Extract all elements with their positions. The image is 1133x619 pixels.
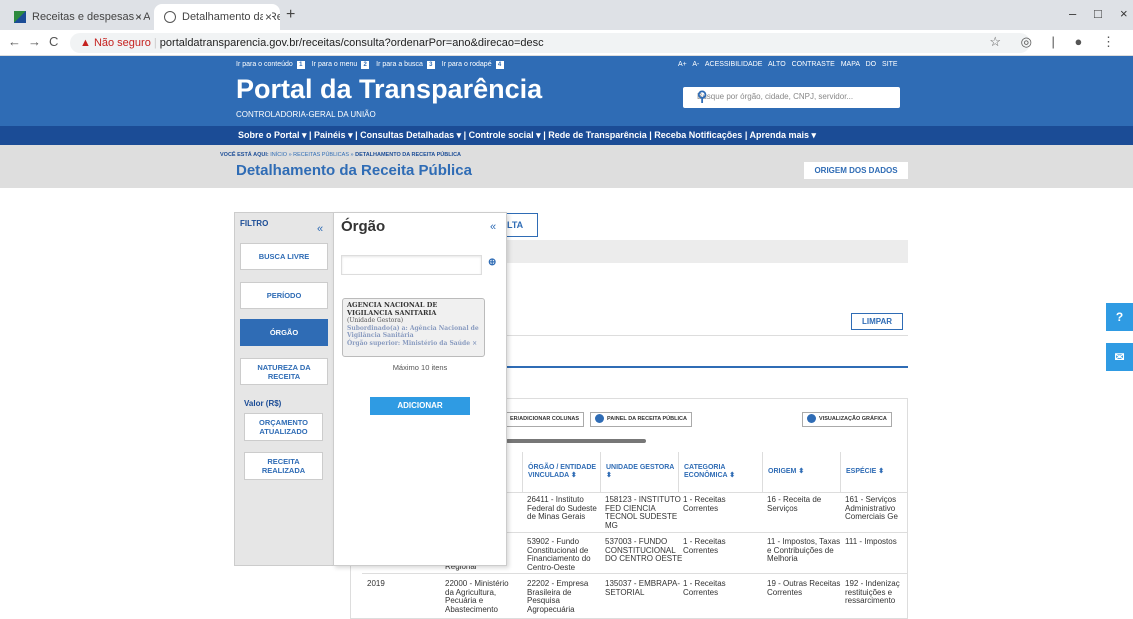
valor-title: Valor (R$) — [244, 399, 282, 408]
tab-title: Receitas e despesas - Anvisa — [32, 11, 150, 23]
collapse-orgao-icon[interactable]: « — [490, 221, 496, 233]
minimize-button[interactable]: – — [1069, 6, 1076, 21]
skip-links: Ir para o conteúdo 1 Ir para o menu 2 Ir… — [236, 61, 509, 69]
chip-unit: (Unidade Gestora) — [347, 317, 404, 324]
mail-icon[interactable]: ✉ — [1106, 343, 1133, 371]
maximize-button[interactable]: □ — [1094, 6, 1102, 21]
table-cell: 158123 - INSTITUTO FED CIENCIA TECNOL SU… — [605, 495, 681, 530]
site-logo[interactable]: Portal da Transparência — [236, 74, 542, 105]
security-warning[interactable]: ▲ Não seguro — [80, 37, 151, 49]
address-bar-row: ← → C ▲ Não seguro | portaldatransparenc… — [0, 30, 1133, 56]
table-cell: 1 - Receitas Correntes — [683, 537, 726, 555]
site-header: Ir para o conteúdo 1 Ir para o menu 2 Ir… — [0, 56, 1133, 126]
globe-favicon-icon — [164, 11, 176, 23]
new-tab-button[interactable]: + — [286, 4, 295, 26]
column-header-categoria[interactable]: CATEGORIA ECONÔMICA ⬍ — [678, 452, 758, 492]
close-tab-icon[interactable]: × — [262, 4, 272, 30]
help-icon[interactable]: ? — [1106, 303, 1133, 331]
table-cell: 1 - Receitas Correntes — [683, 495, 726, 513]
skip-link[interactable]: Ir para a busca 3 — [376, 61, 440, 69]
table-cell: 1 - Receitas Correntes — [683, 579, 726, 597]
table-cell: 2019 — [367, 579, 385, 588]
orgao-panel-title: Órgão — [341, 218, 386, 235]
column-header-especie[interactable]: ESPÉCIE ⬍ — [840, 452, 908, 492]
main-menu: Sobre o Portal ▾ | Painéis ▾ | Consultas… — [0, 126, 1133, 145]
table-cell: 161 - Serviços Administrativo Comerciais… — [845, 496, 898, 521]
filter-sidebar: FILTRO « BUSCA LIVRE PERÍODO ÓRGÃO NATUR… — [234, 212, 334, 566]
orgao-search-input[interactable] — [341, 255, 482, 275]
table-cell: 53902 - Fundo Constitucional de Financia… — [527, 537, 591, 572]
url-path: /receitas/consulta?ordenarPor=ano&direca… — [299, 37, 544, 49]
column-header-origem[interactable]: ORIGEM ⬍ — [762, 452, 840, 492]
chip-subordinado: Subordinado(a) a: Agência Nacional de Vi… — [347, 324, 479, 340]
painel-button[interactable]: PAINEL DA RECEITA PÚBLICA — [590, 412, 692, 427]
close-window-button[interactable]: × — [1120, 6, 1128, 21]
skip-link[interactable]: Ir para o menu 2 — [312, 61, 374, 69]
table-cell: 19 - Outras Receitas Correntes — [767, 579, 841, 597]
breadcrumb-bar — [0, 145, 1133, 188]
skip-link[interactable]: Ir para o rodapé 4 — [442, 61, 509, 69]
filter-natureza-receita[interactable]: NATUREZA DA RECEITA — [240, 358, 328, 385]
anvisa-favicon-icon — [14, 11, 26, 23]
table-cell: 22000 - Ministério da Agricultura, Pecuá… — [445, 579, 509, 614]
main-menu-items[interactable]: Sobre o Portal ▾ | Painéis ▾ | Consultas… — [238, 126, 816, 145]
table-cell: 22202 - Empresa Brasileira de Pesquisa A… — [527, 579, 589, 614]
chevron-left-icon — [595, 414, 604, 424]
breadcrumb-prefix: VOCÊ ESTÁ AQUI: — [220, 152, 269, 158]
max-items-text: Máximo 10 itens — [392, 363, 448, 372]
breadcrumb-current: DETALHAMENTO DA RECEITA PÚBLICA — [355, 152, 462, 158]
table-cell: 16 - Receita de Serviços — [767, 495, 822, 513]
filter-periodo[interactable]: PERÍODO — [240, 282, 328, 309]
skip-link[interactable]: Ir para o conteúdo 1 — [236, 61, 310, 69]
limpar-button[interactable]: LIMPAR — [851, 313, 903, 330]
table-cell: 135037 - EMBRAPA- SETORIAL — [605, 579, 680, 597]
accessibility-links[interactable]: A+ A- ACESSIBILIDADE ALTO CONTRASTE MAPA… — [678, 61, 898, 68]
table-cell: 26411 - Instituto Federal do Sudeste de … — [527, 495, 597, 521]
filter-receita-realizada[interactable]: RECEITA REALIZADA — [244, 452, 323, 480]
chip-name: AGENCIA NACIONAL DE VIGILANCIA SANITARIA — [347, 301, 438, 317]
chevron-down-icon — [807, 414, 816, 424]
chip-orgao-superior[interactable]: Órgão superior: Ministério da Saúde × — [347, 340, 480, 348]
table-cell: 537003 - FUNDO CONSTITUCIONAL DO CENTRO … — [605, 537, 683, 563]
column-header-unidade-gestora[interactable]: UNIDADE GESTORA ⬍ — [600, 452, 678, 492]
filter-orgao[interactable]: ÓRGÃO — [240, 319, 328, 346]
browser-tab-bar: Receitas e despesas - Anvisa × Detalhame… — [0, 0, 1133, 30]
table-cell: 11 - Impostos, Taxas e Contribuições de … — [767, 537, 841, 563]
divider — [500, 366, 908, 368]
url-input[interactable]: ▲ Não seguro | portaldatransparencia.gov… — [70, 33, 1030, 53]
collapse-filter-icon[interactable]: « — [317, 223, 323, 235]
adicionar-button[interactable]: ADICIONAR — [370, 397, 470, 415]
tab-receitas-despesas[interactable]: Receitas e despesas - Anvisa × — [4, 4, 150, 30]
selected-orgao-chip[interactable]: AGENCIA NACIONAL DE VIGILANCIA SANITARIA… — [342, 298, 485, 357]
reload-button[interactable]: C — [49, 34, 58, 49]
site-subtitle: CONTROLADORIA-GERAL DA UNIÃO — [236, 110, 376, 119]
filter-busca-livre[interactable]: BUSCA LIVRE — [240, 243, 328, 270]
origem-dados-button[interactable]: ORIGEM DOS DADOS — [804, 162, 908, 179]
breadcrumb-path[interactable]: INÍCIO » RECEITAS PÚBLICAS » — [269, 152, 355, 158]
filter-orcamento-atualizado[interactable]: ORÇAMENTO ATUALIZADO — [244, 413, 323, 441]
search-icon[interactable]: ⚲ — [697, 88, 893, 105]
grafico-button[interactable]: VISUALIZAÇÃO GRÁFICA — [802, 412, 892, 427]
table-cell: 192 - Indenizaç restituições e ressarcim… — [845, 580, 900, 605]
site-search-input[interactable]: Busque por órgão, cidade, CNPJ, servidor… — [683, 87, 900, 108]
back-button[interactable]: ← — [8, 34, 21, 49]
browser-toolbar-icons[interactable]: ☆ ◎ | ● ⋮ — [989, 34, 1123, 50]
page-title: Detalhamento da Receita Pública — [236, 162, 472, 179]
filter-title: FILTRO — [240, 219, 269, 228]
column-header-orgao-entidade[interactable]: ÓRGÃO / ENTIDADE VINCULADA ⬍ — [522, 452, 600, 492]
forward-button[interactable]: → — [28, 34, 41, 49]
horizontal-scrollbar[interactable] — [506, 439, 646, 443]
tab-detalhamento[interactable]: Detalhamento da Receita Pública × — [154, 4, 280, 30]
table-cell: 111 - Impostos — [845, 538, 897, 546]
columns-button[interactable]: ER/ADICIONAR COLUNAS — [505, 412, 585, 427]
url-host: portaldatransparencia.gov.br — [159, 37, 300, 49]
row-divider — [362, 573, 908, 574]
zoom-search-icon[interactable]: ⊕ — [488, 257, 496, 268]
close-tab-icon[interactable]: × — [135, 4, 142, 30]
breadcrumb: VOCÊ ESTÁ AQUI: INÍCIO » RECEITAS PÚBLIC… — [220, 152, 461, 158]
